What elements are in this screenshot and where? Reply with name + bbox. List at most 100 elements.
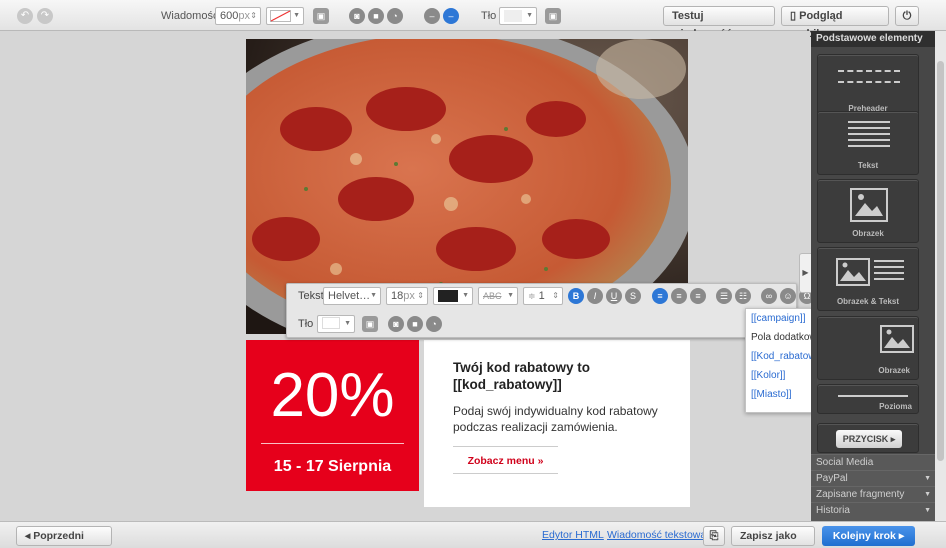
divider-icon [838,395,908,397]
border-icon[interactable]: ■ [368,8,384,24]
padding-icon[interactable]: ◙ [349,8,365,24]
personalization-icon[interactable]: ☺ [780,288,796,304]
border-style-select[interactable]: ▼ [266,7,304,25]
chevron-down-icon: ▼ [924,507,931,514]
line-height-field[interactable]: ≑ 1 ⇕ [523,287,563,305]
message-width-value: 600 [220,10,239,22]
italic-icon[interactable]: I [587,288,603,304]
tile-image-2[interactable]: Obrazek [817,316,919,380]
top-toolbar: ↶ ↷ Wiadomość 600px ⇕ ▼ ▣ ◙ ■ ◔ – – Tło … [0,0,946,40]
divider [261,443,404,444]
discount-value: 20% [270,361,395,430]
align-center-icon[interactable]: – [443,8,459,24]
chevron-down-icon: ▼ [370,292,377,299]
line-height-icon: ≑ [528,291,536,301]
text-decoration-select[interactable]: ABC ▼ [478,287,518,305]
page-scrollbar[interactable] [935,31,946,521]
color-swatch [438,290,458,302]
promo-discount-block[interactable]: 20% 15 - 17 Sierpnia [246,340,419,491]
tile-preheader[interactable]: Preheader [817,54,919,118]
promo-text-block[interactable]: Twój kod rabatowy to [[kod_rabatowy]] Po… [424,340,690,507]
scrollbar-thumb[interactable] [937,61,944,461]
redo-icon[interactable]: ↷ [37,8,53,24]
next-step-label: Kolejny krok [832,530,896,542]
chevron-down-icon: ▼ [462,292,469,299]
promo-body: Podaj swój indywidualny kod rabatowy pod… [453,403,658,435]
tile-label: Tekst [857,161,879,170]
body-line: podczas realizacji zamówienia. [453,420,618,434]
strikethrough-format-icon[interactable]: S [625,288,641,304]
line-height-value: 1 [538,290,545,302]
save-as-button[interactable]: Zapisz jako ▼ [731,526,815,546]
stepper-icon[interactable]: ⇕ [417,288,424,304]
align-right-icon[interactable]: ≡ [690,288,706,304]
tile-button[interactable]: PRZYCISK ▸ [817,423,919,453]
test-message-button[interactable]: Testuj wiadomość ▼ [663,6,775,40]
stepper-icon[interactable]: ⇕ [250,8,257,24]
bullet-list-icon[interactable]: ☰ [716,288,732,304]
fill-icon[interactable]: ◔ [426,316,442,332]
text-bg-color-select[interactable]: ▼ [317,315,355,333]
power-button[interactable]: ⏻ [895,6,919,26]
tile-divider[interactable]: Pozioma [817,384,919,414]
message-width-field[interactable]: 600px ⇕ [215,7,261,25]
image-icon [880,325,914,353]
next-step-button[interactable]: Kolejny krok ▸ [822,526,915,546]
promo-headline: Twój kod rabatowy to [[kod_rabatowy]] [453,359,590,393]
align-left-icon[interactable]: ≡ [652,288,668,304]
text-bg-image-icon[interactable]: ▣ [362,316,378,332]
body-line: Podaj swój indywidualny kod rabatowy [453,404,658,418]
background-image-icon[interactable]: ▣ [545,8,561,24]
button-preview-label: PRZYCISK [842,434,889,444]
no-border-icon [270,10,291,22]
see-menu-link[interactable]: Zobacz menu » [453,446,558,474]
tile-label: Pozioma [879,402,912,411]
attachment-button[interactable]: ⎘ [703,526,725,546]
font-family-select[interactable]: Helvet… ▼ [323,287,381,305]
underline-icon[interactable]: U [606,288,622,304]
undo-icon[interactable]: ↶ [17,8,33,24]
numbered-list-icon[interactable]: ☷ [735,288,751,304]
chevron-down-icon: ▼ [344,320,351,327]
border-icon[interactable]: ■ [407,316,423,332]
align-center-icon[interactable]: ≡ [671,288,687,304]
text-color-select[interactable]: ▼ [433,287,473,305]
image-icon [836,258,870,286]
message-width-unit: px [238,10,250,22]
background-color-select[interactable]: ▼ [499,7,537,25]
font-size-field[interactable]: 18px ⇕ [386,287,428,305]
font-size-value: 18 [391,290,404,302]
image-icon[interactable]: ▣ [313,8,329,24]
text-message-link[interactable]: Wiadomość tekstowa [607,529,706,541]
html-editor-link[interactable]: Edytor HTML [542,529,604,541]
align-left-icon[interactable]: – [424,8,440,24]
preheader-icon-line [838,81,900,83]
image-icon [850,188,888,222]
link-icon[interactable]: ∞ [761,288,777,304]
tile-image[interactable]: Obrazek [817,179,919,243]
padding-icon[interactable]: ◙ [388,316,404,332]
stepper-icon[interactable]: ⇕ [552,288,559,304]
tile-image-text[interactable]: Obrazek & Tekst [817,247,919,311]
font-size-unit: px [403,290,415,302]
message-width-label: Wiadomość [161,10,219,22]
section-saved-fragments[interactable]: Zapisane fragmenty ▼ [811,486,935,502]
chevron-right-icon: ▸ [898,530,905,542]
text-format-toolbar: Tekst Helvet… ▼ 18px ⇕ ▼ ABC ▼ ≑ 1 ⇕ B I U S… [286,283,815,338]
section-paypal[interactable]: PayPal ▼ [811,470,935,486]
section-social-media[interactable]: Social Media [811,454,935,470]
fill-icon[interactable]: ◔ [387,8,403,24]
preheader-icon [838,70,900,72]
text-label: Tekst [298,290,324,302]
previous-step-button[interactable]: ◂ Poprzedni krok [16,526,112,546]
bold-icon[interactable]: B [568,288,584,304]
section-label: PayPal [816,473,848,484]
sidebar-toggle-icon[interactable]: ▶ [799,253,811,293]
tile-label: Obrazek & Tekst [836,297,900,306]
tile-text[interactable]: Tekst [817,111,919,175]
chevron-down-icon: ▼ [924,491,931,498]
section-history[interactable]: Historia ▼ [811,502,935,521]
mobile-preview-button[interactable]: ▯ Podgląd mobilny [781,6,889,40]
headline-line: Twój kod rabatowy to [453,360,591,375]
color-swatch [504,10,522,22]
